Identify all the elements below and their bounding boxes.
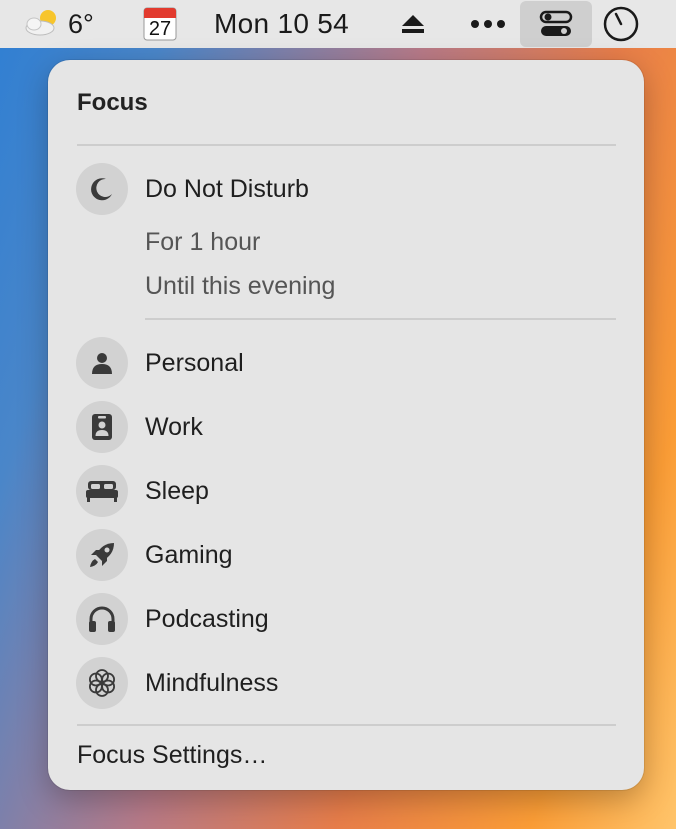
focus-mode-sleep[interactable]: Sleep xyxy=(76,465,209,517)
more-dots-icon[interactable] xyxy=(470,0,506,48)
focus-mode-label: Work xyxy=(145,412,203,441)
clock-text[interactable]: Mon 10 54 xyxy=(214,0,349,48)
focus-mode-label: Sleep xyxy=(145,476,209,505)
dnd-option-1-hour[interactable]: For 1 hour xyxy=(145,228,260,257)
weather-icon xyxy=(22,6,62,43)
person-icon xyxy=(76,337,128,389)
settings-divider xyxy=(77,724,616,726)
focus-mode-personal[interactable]: Personal xyxy=(76,337,244,389)
rocket-icon xyxy=(76,529,128,581)
focus-mode-label: Mindfulness xyxy=(145,668,279,697)
weather-status-item[interactable]: 6° xyxy=(22,0,94,48)
focus-menu-panel: Focus Do Not Disturb For 1 hour Until th… xyxy=(48,60,644,790)
flower-icon xyxy=(76,657,128,709)
dnd-item[interactable]: Do Not Disturb xyxy=(76,163,309,215)
focus-mode-work[interactable]: Work xyxy=(76,401,203,453)
headphones-icon xyxy=(76,593,128,645)
calendar-status-item[interactable]: 27 xyxy=(143,0,177,48)
focus-mode-gaming[interactable]: Gaming xyxy=(76,529,233,581)
dnd-option-until-evening[interactable]: Until this evening xyxy=(145,272,335,301)
focus-mode-label: Personal xyxy=(145,348,244,377)
focus-mode-label: Podcasting xyxy=(145,604,269,633)
dnd-label: Do Not Disturb xyxy=(145,174,309,203)
menu-bar: 6° 27 Mon 10 54 xyxy=(0,0,676,48)
calendar-icon: 27 xyxy=(143,7,177,41)
eject-icon[interactable] xyxy=(400,0,426,48)
calendar-day: 27 xyxy=(148,18,172,40)
temperature-text: 6° xyxy=(68,8,94,39)
badge-icon xyxy=(76,401,128,453)
focus-mode-label: Gaming xyxy=(145,540,233,569)
focus-mode-mindfulness[interactable]: Mindfulness xyxy=(76,657,278,709)
focus-menu-title: Focus xyxy=(77,89,148,116)
dnd-divider xyxy=(145,318,616,320)
control-center-icon[interactable] xyxy=(520,1,592,47)
focus-settings-item[interactable]: Focus Settings… xyxy=(77,741,267,770)
timer-icon[interactable] xyxy=(602,0,640,48)
moon-icon xyxy=(76,163,128,215)
bed-icon xyxy=(76,465,128,517)
focus-mode-podcasting[interactable]: Podcasting xyxy=(76,593,269,645)
title-divider xyxy=(77,144,616,146)
